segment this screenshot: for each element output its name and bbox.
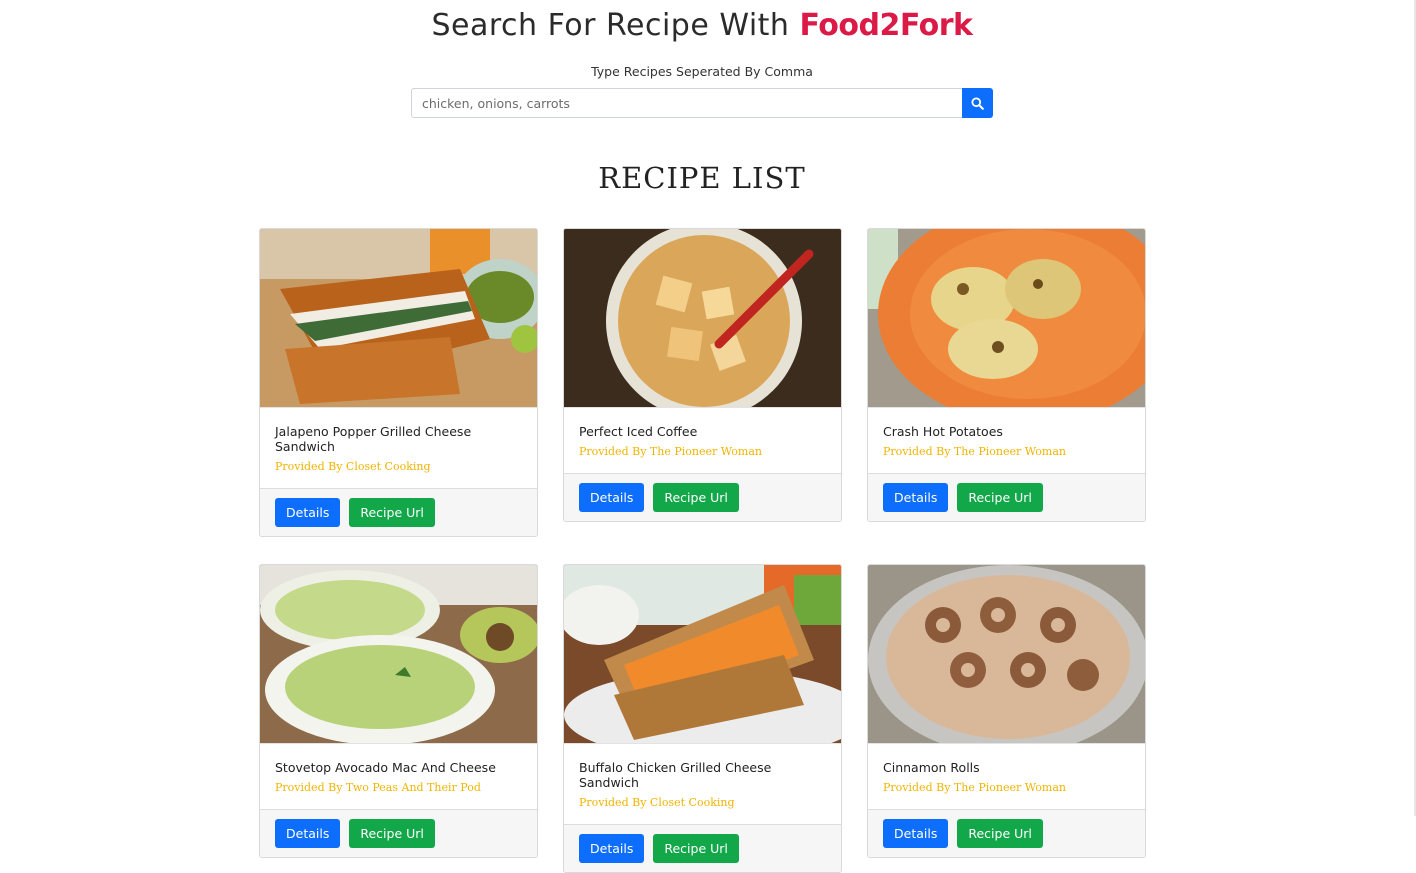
recipe-title: Perfect Iced Coffee (579, 424, 698, 439)
brand-name: Food2Fork (799, 8, 973, 43)
card-footer: Details Recipe Url (868, 473, 1145, 521)
recipe-card: Cinnamon Rolls Provided By The Pioneer W… (867, 564, 1146, 858)
search-input[interactable] (411, 88, 962, 118)
details-button[interactable]: Details (883, 819, 949, 848)
card-body: Crash Hot Potatoes Provided By The Pione… (868, 407, 1145, 473)
details-button[interactable]: Details (883, 483, 949, 512)
recipe-card: Buffalo Chicken Grilled Cheese Sandwich … (563, 564, 842, 873)
recipe-image[interactable] (260, 565, 537, 743)
details-button[interactable]: Details (579, 483, 645, 512)
card-body: Buffalo Chicken Grilled Cheese Sandwich … (564, 743, 841, 824)
recipe-publisher: Provided By Closet Cooking (275, 460, 431, 473)
recipe-card: Crash Hot Potatoes Provided By The Pione… (867, 228, 1146, 522)
recipe-image[interactable] (564, 229, 841, 407)
recipe-url-button[interactable]: Recipe Url (957, 819, 1043, 848)
recipe-image[interactable] (564, 565, 841, 743)
recipe-card: Stovetop Avocado Mac And Cheese Provided… (259, 564, 538, 858)
card-footer: Details Recipe Url (564, 824, 841, 872)
recipe-publisher: Provided By The Pioneer Woman (883, 781, 1066, 794)
recipe-publisher: Provided By The Pioneer Woman (579, 445, 762, 458)
recipe-card: Perfect Iced Coffee Provided By The Pion… (563, 228, 842, 522)
recipe-publisher: Provided By Two Peas And Their Pod (275, 781, 481, 794)
recipe-title: Jalapeno Popper Grilled Cheese Sandwich (275, 424, 472, 454)
card-body: Stovetop Avocado Mac And Cheese Provided… (260, 743, 537, 809)
recipe-url-button[interactable]: Recipe Url (349, 498, 435, 527)
recipe-url-button[interactable]: Recipe Url (653, 834, 739, 863)
recipe-title: Buffalo Chicken Grilled Cheese Sandwich (579, 760, 772, 790)
search-icon (971, 96, 984, 110)
card-footer: Details Recipe Url (564, 473, 841, 521)
recipe-url-button[interactable]: Recipe Url (653, 483, 739, 512)
search-label: Type Recipes Seperated By Comma (591, 64, 813, 79)
card-footer: Details Recipe Url (868, 809, 1145, 857)
recipe-title: Stovetop Avocado Mac And Cheese (275, 760, 496, 775)
recipe-image[interactable] (260, 229, 537, 407)
search-form (411, 88, 993, 118)
page-title-prefix: Search For Recipe With (431, 8, 790, 43)
card-footer: Details Recipe Url (260, 488, 537, 536)
recipe-publisher: Provided By The Pioneer Woman (883, 445, 1066, 458)
recipe-list-title: RECIPE LIST (598, 161, 806, 195)
card-body: Jalapeno Popper Grilled Cheese Sandwich … (260, 407, 537, 488)
recipe-grid: Jalapeno Popper Grilled Cheese Sandwich … (259, 228, 1146, 873)
details-button[interactable]: Details (275, 498, 341, 527)
details-button[interactable]: Details (275, 819, 341, 848)
card-body: Cinnamon Rolls Provided By The Pioneer W… (868, 743, 1145, 809)
recipe-title: Crash Hot Potatoes (883, 424, 1003, 439)
recipe-url-button[interactable]: Recipe Url (349, 819, 435, 848)
recipe-title: Cinnamon Rolls (883, 760, 980, 775)
card-body: Perfect Iced Coffee Provided By The Pion… (564, 407, 841, 473)
card-footer: Details Recipe Url (260, 809, 537, 857)
details-button[interactable]: Details (579, 834, 645, 863)
recipe-card: Jalapeno Popper Grilled Cheese Sandwich … (259, 228, 538, 537)
recipe-url-button[interactable]: Recipe Url (957, 483, 1043, 512)
recipe-image[interactable] (868, 229, 1145, 407)
recipe-image[interactable] (868, 565, 1145, 743)
search-button[interactable] (962, 88, 993, 118)
page-title: Search For Recipe With Food2Fork (0, 6, 1404, 46)
recipe-publisher: Provided By Closet Cooking (579, 796, 735, 809)
